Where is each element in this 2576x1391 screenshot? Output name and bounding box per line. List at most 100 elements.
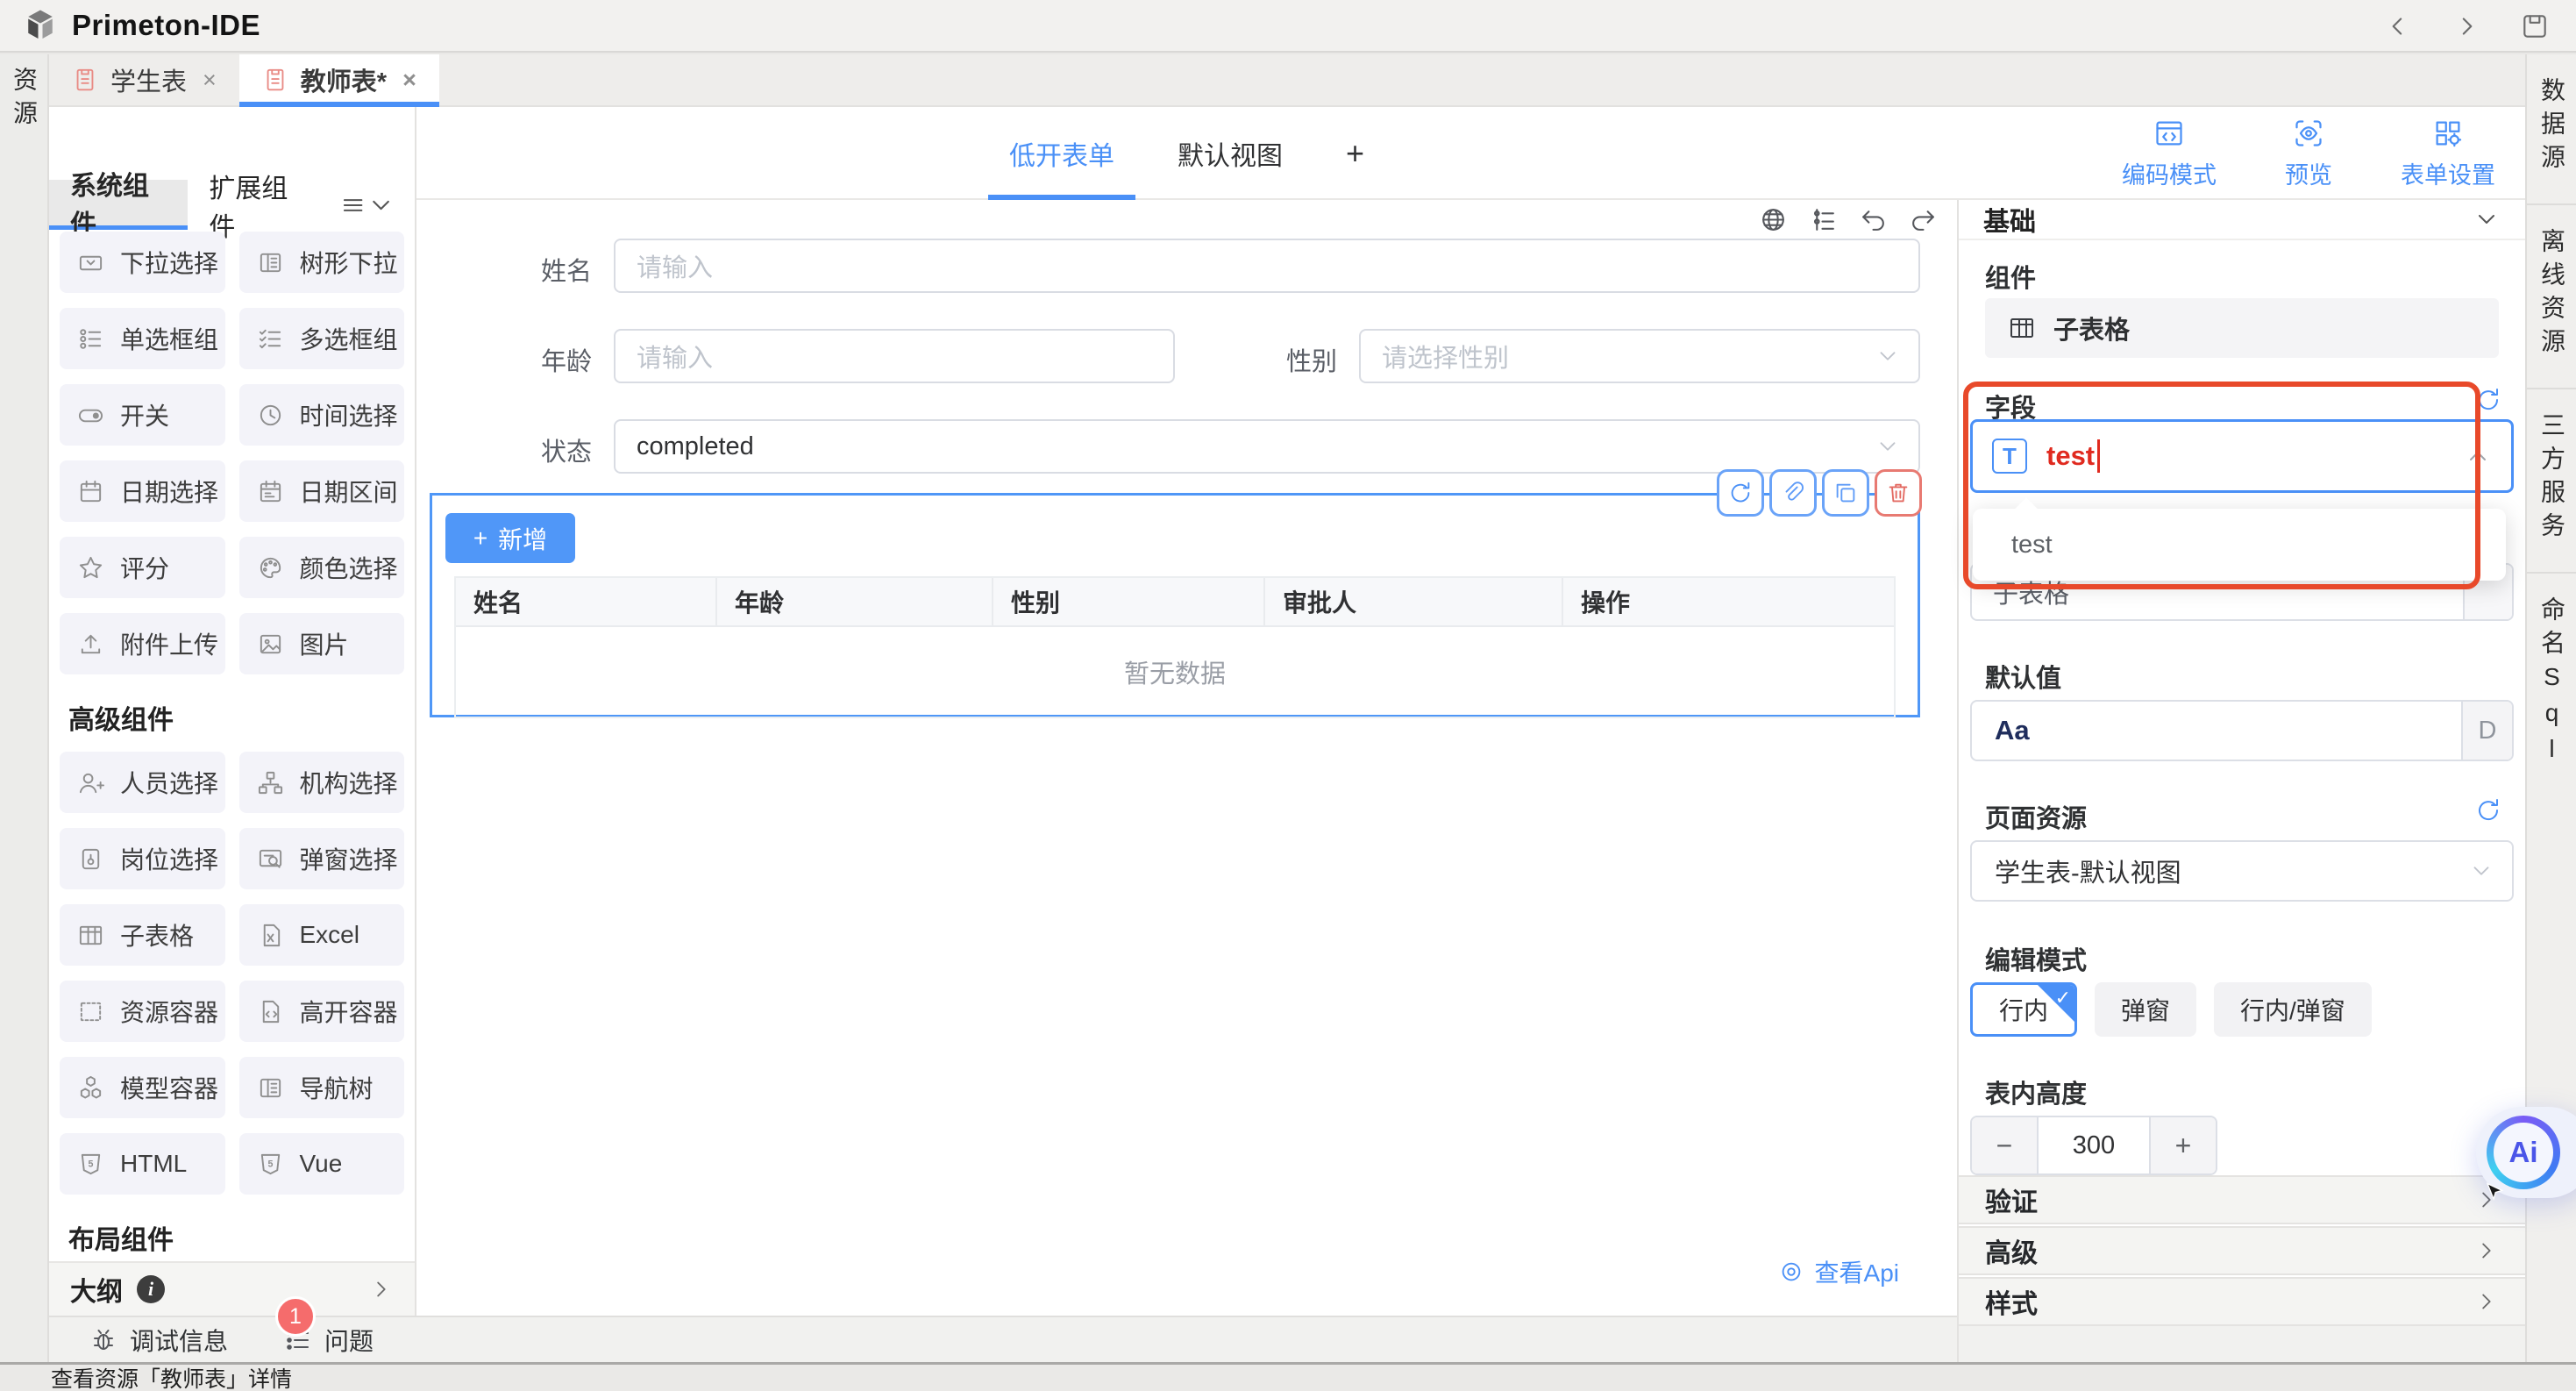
nav-forward-icon[interactable] — [2451, 11, 2481, 41]
panel-menu-icon[interactable] — [339, 190, 366, 220]
form-settings-button[interactable]: 表单设置 — [2401, 118, 2495, 190]
org-chart-icon — [257, 769, 284, 796]
component-item-tree-dropdown[interactable]: 树形下拉 — [239, 232, 405, 293]
inspector-footer — [1959, 1326, 2525, 1362]
section-style[interactable]: 样式 — [1959, 1277, 2525, 1326]
default-value-label: 默认值 — [1985, 658, 2061, 695]
gender-select[interactable]: 请选择性别 — [1359, 329, 1920, 383]
widget-link-button[interactable] — [1769, 469, 1817, 517]
tab-system-components[interactable]: 系统组件 — [49, 180, 188, 230]
edit-mode-inline-modal-button[interactable]: 行内/弹窗 — [2214, 982, 2372, 1037]
section-advanced[interactable]: 高级 — [1959, 1226, 2525, 1275]
page-resource-refresh-icon[interactable] — [2474, 796, 2502, 824]
component-item-excel[interactable]: Excel — [239, 904, 405, 966]
name-input[interactable]: 请输入 — [614, 239, 1920, 293]
status-bar: 查看资源「教师表」详情 — [0, 1362, 2576, 1391]
column-header: 性别 — [993, 578, 1265, 625]
rail-item-named-sql[interactable]: 命名Sql — [2527, 574, 2576, 797]
component-item-org-select[interactable]: 机构选择 — [239, 752, 405, 813]
status-select[interactable]: completed — [614, 419, 1920, 474]
calendar-range-icon — [257, 478, 284, 505]
rail-item-offline-resources[interactable]: 离线资源 — [2527, 205, 2576, 389]
page-resource-select[interactable]: 学生表-默认视图 — [1970, 840, 2514, 902]
plus-icon: + — [473, 524, 487, 553]
component-list: 下拉选择 树形下拉 单选框组 多选框组 开关 时间选择 日期选择 日期区间 评分… — [60, 232, 404, 1258]
code-mode-button[interactable]: 编码模式 — [2122, 118, 2217, 190]
i18n-globe-icon[interactable] — [1759, 205, 1788, 234]
component-item-subtable[interactable]: 子表格 — [60, 904, 225, 966]
save-icon[interactable] — [2520, 11, 2550, 41]
excel-icon — [257, 922, 284, 949]
edit-mode-modal-button[interactable]: 弹窗 — [2095, 982, 2196, 1037]
component-item-switch[interactable]: 开关 — [60, 384, 225, 446]
close-icon[interactable]: × — [402, 67, 416, 94]
dropdown-option-test[interactable]: test — [1973, 509, 2506, 581]
view-tab-default-view[interactable]: 默认视图 — [1172, 107, 1288, 200]
component-item-resource-container[interactable]: 资源容器 — [60, 981, 225, 1042]
empty-state: 暂无数据 — [456, 627, 1894, 717]
component-item-image[interactable]: 图片 — [239, 613, 405, 674]
default-value-input[interactable]: Aa D — [1970, 700, 2514, 761]
widget-refresh-button[interactable] — [1717, 469, 1764, 517]
top-strip: 低开表单 默认视图 + 编码模式 预览 表单设置 — [416, 107, 2525, 200]
add-view-tab-button[interactable]: + — [1341, 107, 1370, 200]
table-height-value[interactable]: 300 — [2039, 1117, 2149, 1173]
component-value-box: 子表格 — [1985, 298, 2499, 358]
debug-info-button[interactable]: 调试信息 — [89, 1323, 228, 1358]
section-validation[interactable]: 验证 — [1959, 1175, 2525, 1224]
edit-mode-inline-button[interactable]: 行内✓ — [1970, 982, 2077, 1037]
component-item-color-picker[interactable]: 颜色选择 — [239, 537, 405, 598]
component-item-modal-select[interactable]: 弹窗选择 — [239, 828, 405, 889]
tab-extension-components[interactable]: 扩展组件 — [188, 180, 326, 230]
svg-text:5: 5 — [89, 1159, 94, 1169]
field-refresh-icon[interactable] — [2474, 386, 2502, 414]
component-item-radio-group[interactable]: 单选框组 — [60, 308, 225, 369]
view-tab-lowcode-form[interactable]: 低开表单 — [1004, 107, 1120, 200]
doc-tab-student-table[interactable]: 学生表 × — [49, 54, 239, 105]
view-api-link[interactable]: 查看Api — [1778, 1254, 1899, 1289]
rail-item-third-party-services[interactable]: 三方服务 — [2527, 389, 2576, 574]
component-item-checkbox-group[interactable]: 多选框组 — [239, 308, 405, 369]
widget-delete-button[interactable] — [1875, 469, 1922, 517]
component-item-post-select[interactable]: 岗位选择 — [60, 828, 225, 889]
collapse-icon[interactable] — [2473, 205, 2501, 233]
nav-back-icon[interactable] — [2383, 11, 2413, 41]
ai-assistant-button[interactable]: Ai — [2487, 1116, 2560, 1189]
component-item-nav-tree[interactable]: 导航树 — [239, 1057, 405, 1118]
increment-button[interactable]: + — [2149, 1117, 2216, 1173]
component-item-date-picker[interactable]: 日期选择 — [60, 460, 225, 522]
redo-icon[interactable] — [1909, 205, 1938, 234]
outline-row[interactable]: 大纲 i — [49, 1261, 415, 1316]
component-item-rating[interactable]: 评分 — [60, 537, 225, 598]
section-layout-components: 布局组件 — [60, 1218, 404, 1257]
undo-icon[interactable] — [1859, 205, 1888, 234]
component-item-date-range[interactable]: 日期区间 — [239, 460, 405, 522]
panel-collapse-icon[interactable] — [366, 189, 395, 221]
decrement-button[interactable]: − — [1972, 1117, 2039, 1173]
default-value-suffix[interactable]: D — [2461, 702, 2512, 760]
component-item-person-select[interactable]: 人员选择 — [60, 752, 225, 813]
component-item-procode-container[interactable]: 高开容器 — [239, 981, 405, 1042]
add-row-button[interactable]: + 新增 — [445, 513, 575, 563]
component-item-time-picker[interactable]: 时间选择 — [239, 384, 405, 446]
outline-tree-icon[interactable] — [1809, 205, 1838, 234]
close-icon[interactable]: × — [203, 67, 217, 94]
api-icon — [1778, 1259, 1804, 1285]
field-select-input[interactable]: T test — [1970, 419, 2514, 493]
rail-item-resources[interactable]: 资源 — [6, 67, 41, 133]
component-item-vue[interactable]: 5Vue — [239, 1133, 405, 1195]
modal-search-icon — [257, 845, 284, 873]
subtable-widget[interactable]: + 新增 姓名 年龄 性别 审批人 操作 暂无数据 — [430, 493, 1920, 717]
page-resource-label: 页面资源 — [1985, 798, 2087, 835]
component-item-dropdown[interactable]: 下拉选择 — [60, 232, 225, 293]
component-item-model-container[interactable]: 模型容器 — [60, 1057, 225, 1118]
vue-icon: 5 — [257, 1151, 284, 1178]
trash-icon — [1885, 480, 1911, 506]
component-item-html[interactable]: 5HTML — [60, 1133, 225, 1195]
rail-item-datasource[interactable]: 数据源 — [2527, 54, 2576, 205]
widget-copy-button[interactable] — [1822, 469, 1869, 517]
preview-button[interactable]: 预览 — [2285, 118, 2332, 190]
component-item-file-upload[interactable]: 附件上传 — [60, 613, 225, 674]
age-input[interactable]: 请输入 — [614, 329, 1175, 383]
doc-tab-teacher-table[interactable]: 教师表* × — [239, 54, 439, 105]
